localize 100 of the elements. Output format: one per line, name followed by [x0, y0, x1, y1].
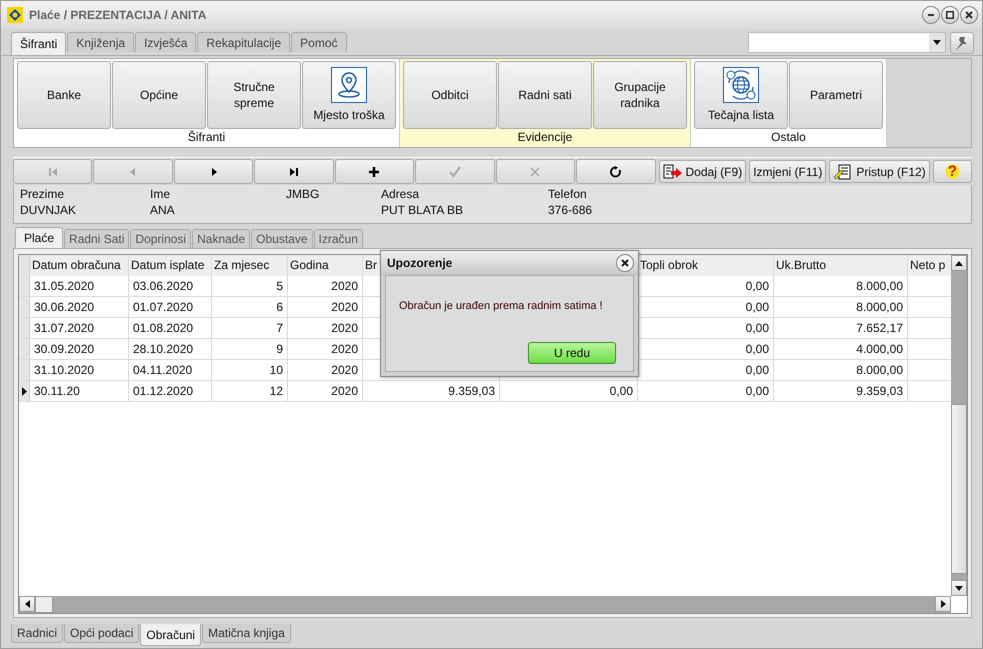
current-row-icon [22, 386, 26, 396]
table-cell: 9.359,03 [774, 381, 908, 402]
field-label: JMBG [286, 187, 320, 201]
ribbon-button[interactable]: Mjesto troška [302, 61, 396, 129]
column-header[interactable]: Godina [288, 255, 363, 276]
location-pin-icon [331, 67, 367, 103]
help-button[interactable]: ? [932, 160, 972, 183]
horizontal-scrollbar[interactable] [19, 596, 951, 613]
action-button[interactable]: Pristup (F12) [829, 160, 930, 183]
scroll-left-icon [24, 600, 30, 608]
column-header[interactable]: Za mjesec [212, 255, 288, 276]
ribbon-button[interactable]: Banke [17, 61, 111, 129]
group-title: Šifranti [186, 129, 226, 146]
table-cell: 7 [212, 318, 288, 339]
nav-add-button[interactable] [334, 159, 414, 184]
row-indicator[interactable] [19, 381, 30, 402]
ribbon-button[interactable]: Općine [112, 61, 206, 129]
table-cell: 8.000,00 [774, 276, 908, 297]
pin-button[interactable] [950, 32, 974, 54]
action-button[interactable]: Dodaj (F9) [658, 160, 746, 183]
table-cell: 0,00 [638, 381, 774, 402]
table-cell: 9.359,03 [363, 381, 500, 402]
ribbon-button[interactable]: Odbitci [403, 61, 497, 129]
field-label: Ime [150, 187, 172, 201]
ribbon-button[interactable]: Radni sati [498, 61, 592, 129]
scroll-right-icon [940, 600, 946, 608]
ok-button[interactable]: U redu [528, 342, 616, 364]
field-value: DUVNJAK [20, 203, 78, 217]
column-header[interactable]: Datum obračuna [30, 255, 129, 276]
action-button[interactable]: Izmjeni (F11) [749, 160, 826, 183]
ribbon-button[interactable]: Parametri [789, 61, 883, 129]
pushpin-icon [956, 36, 968, 50]
table-cell: 7.652,17 [774, 318, 908, 339]
window-title: Plaće / PREZENTACIJA / ANITA [29, 8, 208, 22]
table-cell: 01.07.2020 [129, 297, 212, 318]
dropdown-arrow-icon [933, 40, 941, 45]
vertical-scrollbar[interactable] [951, 255, 967, 596]
field-label: Prezime [20, 187, 66, 201]
column-header[interactable]: Datum isplate [129, 255, 212, 276]
table-cell: 12 [212, 381, 288, 402]
menu-tab[interactable]: Izvješća [135, 32, 196, 52]
ribbon-button[interactable]: Stručne spreme [207, 61, 301, 129]
table-cell: 9 [212, 339, 288, 360]
detail-tab[interactable]: Izračun [314, 229, 363, 248]
scrollbar-thumb[interactable] [35, 596, 53, 613]
scrollbar-thumb[interactable] [951, 404, 967, 574]
table-cell: 31.10.2020 [30, 360, 129, 381]
table-cell: 0,00 [500, 381, 638, 402]
detail-tab[interactable]: Doprinosi [130, 229, 192, 248]
bottom-tab[interactable]: Opći podaci [64, 624, 140, 643]
close-icon [965, 11, 973, 19]
table-cell: 2020 [288, 339, 363, 360]
detail-tab[interactable]: Radni Sati [64, 229, 130, 248]
table-cell: 2020 [288, 276, 363, 297]
table-cell: 30.06.2020 [30, 297, 129, 318]
table-cell: 2020 [288, 297, 363, 318]
maximize-button[interactable] [941, 6, 959, 24]
nav-prev-button[interactable] [93, 159, 173, 184]
scroll-down-icon [955, 586, 963, 590]
dialog-message: Obračun je urađen prema radnim satima ! [399, 300, 604, 312]
nav-next-button[interactable] [174, 159, 254, 184]
document-pen-icon [833, 164, 854, 180]
table-cell: 10 [212, 360, 288, 381]
app-logo-icon [7, 7, 23, 23]
detail-tab[interactable]: Plaće [15, 227, 64, 248]
maximize-icon [946, 11, 954, 19]
close-button[interactable] [960, 6, 978, 24]
menu-tab[interactable]: Knjiženja [67, 32, 134, 52]
table-cell: 4.000,00 [774, 339, 908, 360]
table-cell: 2020 [288, 360, 363, 381]
table-cell: 6 [212, 297, 288, 318]
scroll-up-icon [955, 260, 963, 266]
table-cell: 01.08.2020 [129, 318, 212, 339]
table-cell: 30.11.20 [30, 381, 129, 402]
minimize-button[interactable] [922, 6, 940, 24]
nav-refresh-button[interactable] [576, 159, 656, 184]
field-label: Telefon [548, 187, 588, 201]
table-cell: 31.05.2020 [30, 276, 129, 297]
ribbon-button[interactable]: Grupacije radnika [593, 61, 687, 129]
nav-first-button[interactable] [13, 159, 92, 184]
field-value: 376-686 [548, 203, 594, 217]
field-value: PUT BLATA BB [381, 203, 464, 217]
bottom-tab[interactable]: Matična knjiga [202, 624, 291, 643]
column-header[interactable]: Uk.Brutto [774, 255, 908, 276]
bottom-tab[interactable]: Radnici [11, 624, 64, 643]
table-cell: 31.07.2020 [30, 318, 129, 339]
detail-tab[interactable]: Naknade [192, 229, 250, 248]
table-cell: 8.000,00 [774, 297, 908, 318]
bottom-tab[interactable]: Obračuni [140, 624, 202, 646]
ribbon-button[interactable]: Tečajna lista [694, 61, 788, 129]
menu-tab[interactable]: Šifranti [11, 32, 66, 55]
nav-confirm-button[interactable] [415, 159, 495, 184]
menu-tab[interactable]: Rekapitulacije [197, 32, 290, 52]
detail-tab[interactable]: Obustave [251, 229, 313, 248]
table-cell: 8.000,00 [774, 360, 908, 381]
field-value: ANA [150, 203, 176, 217]
menu-tab[interactable]: Pomoć [291, 32, 346, 52]
close-button[interactable] [616, 254, 634, 272]
minimize-icon [928, 14, 934, 16]
nav-last-button[interactable] [254, 159, 334, 184]
